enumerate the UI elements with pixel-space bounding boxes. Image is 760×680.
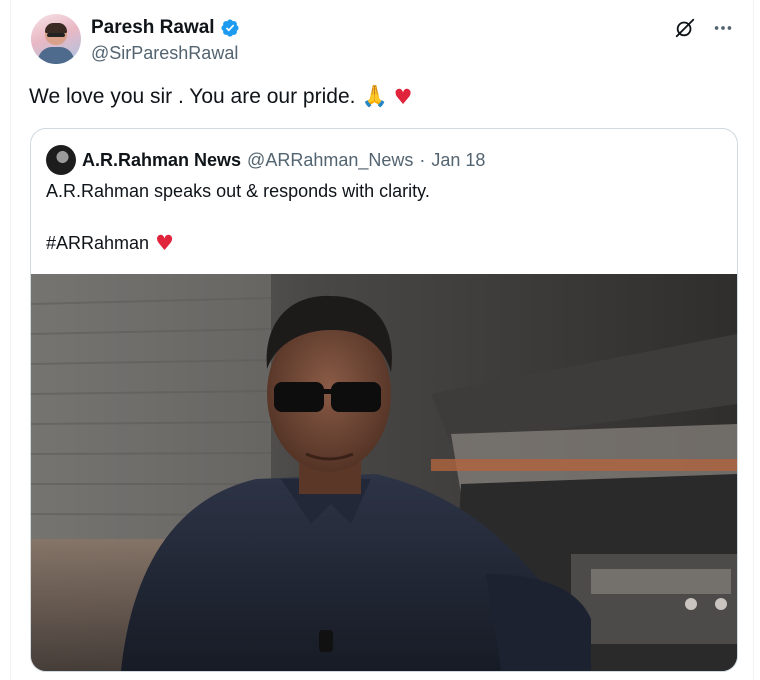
quoted-video-thumbnail[interactable]: [31, 274, 737, 671]
avatar-hair: [45, 23, 67, 33]
grok-icon[interactable]: [673, 16, 697, 40]
quoted-header: A.R.Rahman News @ARRahman_News · Jan 18: [46, 145, 485, 175]
heart-emoji: ♥: [393, 84, 413, 109]
quoted-date[interactable]: Jan 18: [431, 150, 485, 171]
grok-icon-glyph: [675, 18, 695, 38]
avatar-glasses: [47, 33, 65, 37]
more-icon[interactable]: [711, 16, 735, 40]
quoted-post[interactable]: A.R.Rahman News @ARRahman_News · Jan 18 …: [30, 128, 738, 672]
quoted-hashtag-row: #ARRahman ♥: [46, 231, 174, 255]
verified-badge-icon: [221, 19, 239, 37]
post-text-row: We love you sir . You are our pride. 🙏 ♥: [29, 84, 412, 109]
quoted-text: A.R.Rahman speaks out & responds with cl…: [46, 181, 430, 201]
author-name-text[interactable]: Paresh Rawal: [91, 17, 215, 39]
quoted-author-name[interactable]: A.R.Rahman News: [82, 150, 241, 171]
quoted-separator: ·: [419, 149, 426, 170]
tweet-card: Paresh Rawal @SirPareshRawal We love you…: [10, 0, 754, 680]
quoted-heart-emoji: ♥: [155, 231, 174, 255]
author-handle[interactable]: @SirPareshRawal: [91, 43, 238, 64]
author-avatar[interactable]: [31, 14, 81, 64]
avatar-shirt: [38, 47, 74, 64]
more-icon-glyph: [714, 26, 732, 30]
video-frame-image: [31, 274, 737, 671]
quoted-author-handle[interactable]: @ARRahman_News: [247, 150, 413, 171]
author-name[interactable]: Paresh Rawal: [91, 17, 240, 39]
post-actions-top: [673, 16, 735, 40]
pray-emoji: 🙏: [361, 84, 388, 108]
quoted-hashtag[interactable]: #ARRahman: [46, 233, 149, 254]
post-text: We love you sir . You are our pride.: [29, 84, 356, 108]
quoted-avatar[interactable]: [46, 145, 76, 175]
